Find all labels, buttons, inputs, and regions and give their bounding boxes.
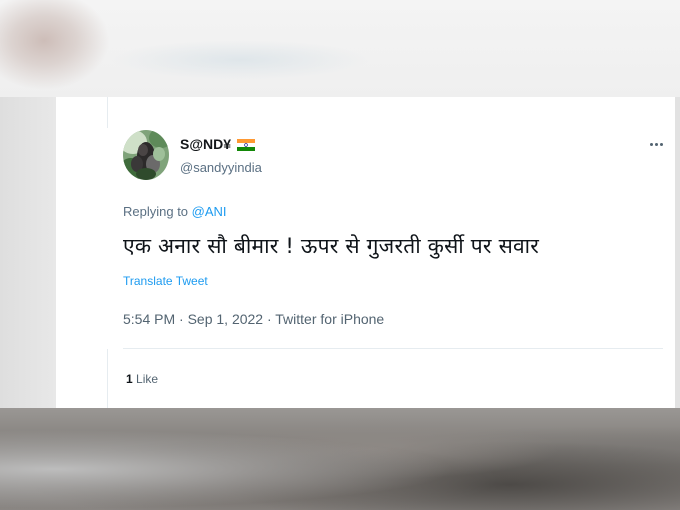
more-horizontal-icon: [649, 142, 653, 146]
more-options-button[interactable]: [644, 135, 668, 153]
tweet-text: एक अनार सौ बीमार ! ऊपर से गुजरती कुर्सी …: [123, 234, 540, 258]
blurred-background-bottom: [0, 408, 680, 510]
more-horizontal-icon: [654, 142, 658, 146]
display-name-row[interactable]: S@ND¥: [180, 136, 255, 152]
likes-count: 1: [126, 372, 133, 386]
replying-to-handle-link[interactable]: @ANI: [192, 204, 227, 219]
blurred-background-left: [0, 97, 56, 410]
india-flag-icon: [237, 138, 255, 151]
divider: [123, 348, 663, 349]
replying-to-label: Replying to: [123, 204, 192, 219]
blurred-background-right: [675, 97, 680, 410]
likes-count-link[interactable]: 1 Like: [126, 372, 158, 386]
likes-label: Like: [132, 372, 159, 386]
card-left-border: [107, 349, 108, 408]
tweet-card: S@ND¥ @sandyyindia Replying to @ANI एक अ…: [56, 97, 675, 408]
more-horizontal-icon: [659, 142, 663, 146]
thread-line: [107, 97, 108, 128]
avatar[interactable]: [123, 130, 169, 180]
avatar-image: [123, 130, 169, 180]
translate-tweet-link[interactable]: Translate Tweet: [123, 274, 208, 288]
replying-to: Replying to @ANI: [123, 204, 227, 219]
blurred-background-blob: [110, 40, 370, 80]
display-name[interactable]: S@ND¥: [180, 136, 231, 152]
blurred-background-blob: [0, 0, 110, 90]
user-handle[interactable]: @sandyyindia: [180, 160, 262, 175]
tweet-timestamp-source[interactable]: 5:54 PM · Sep 1, 2022 · Twitter for iPho…: [123, 311, 384, 327]
